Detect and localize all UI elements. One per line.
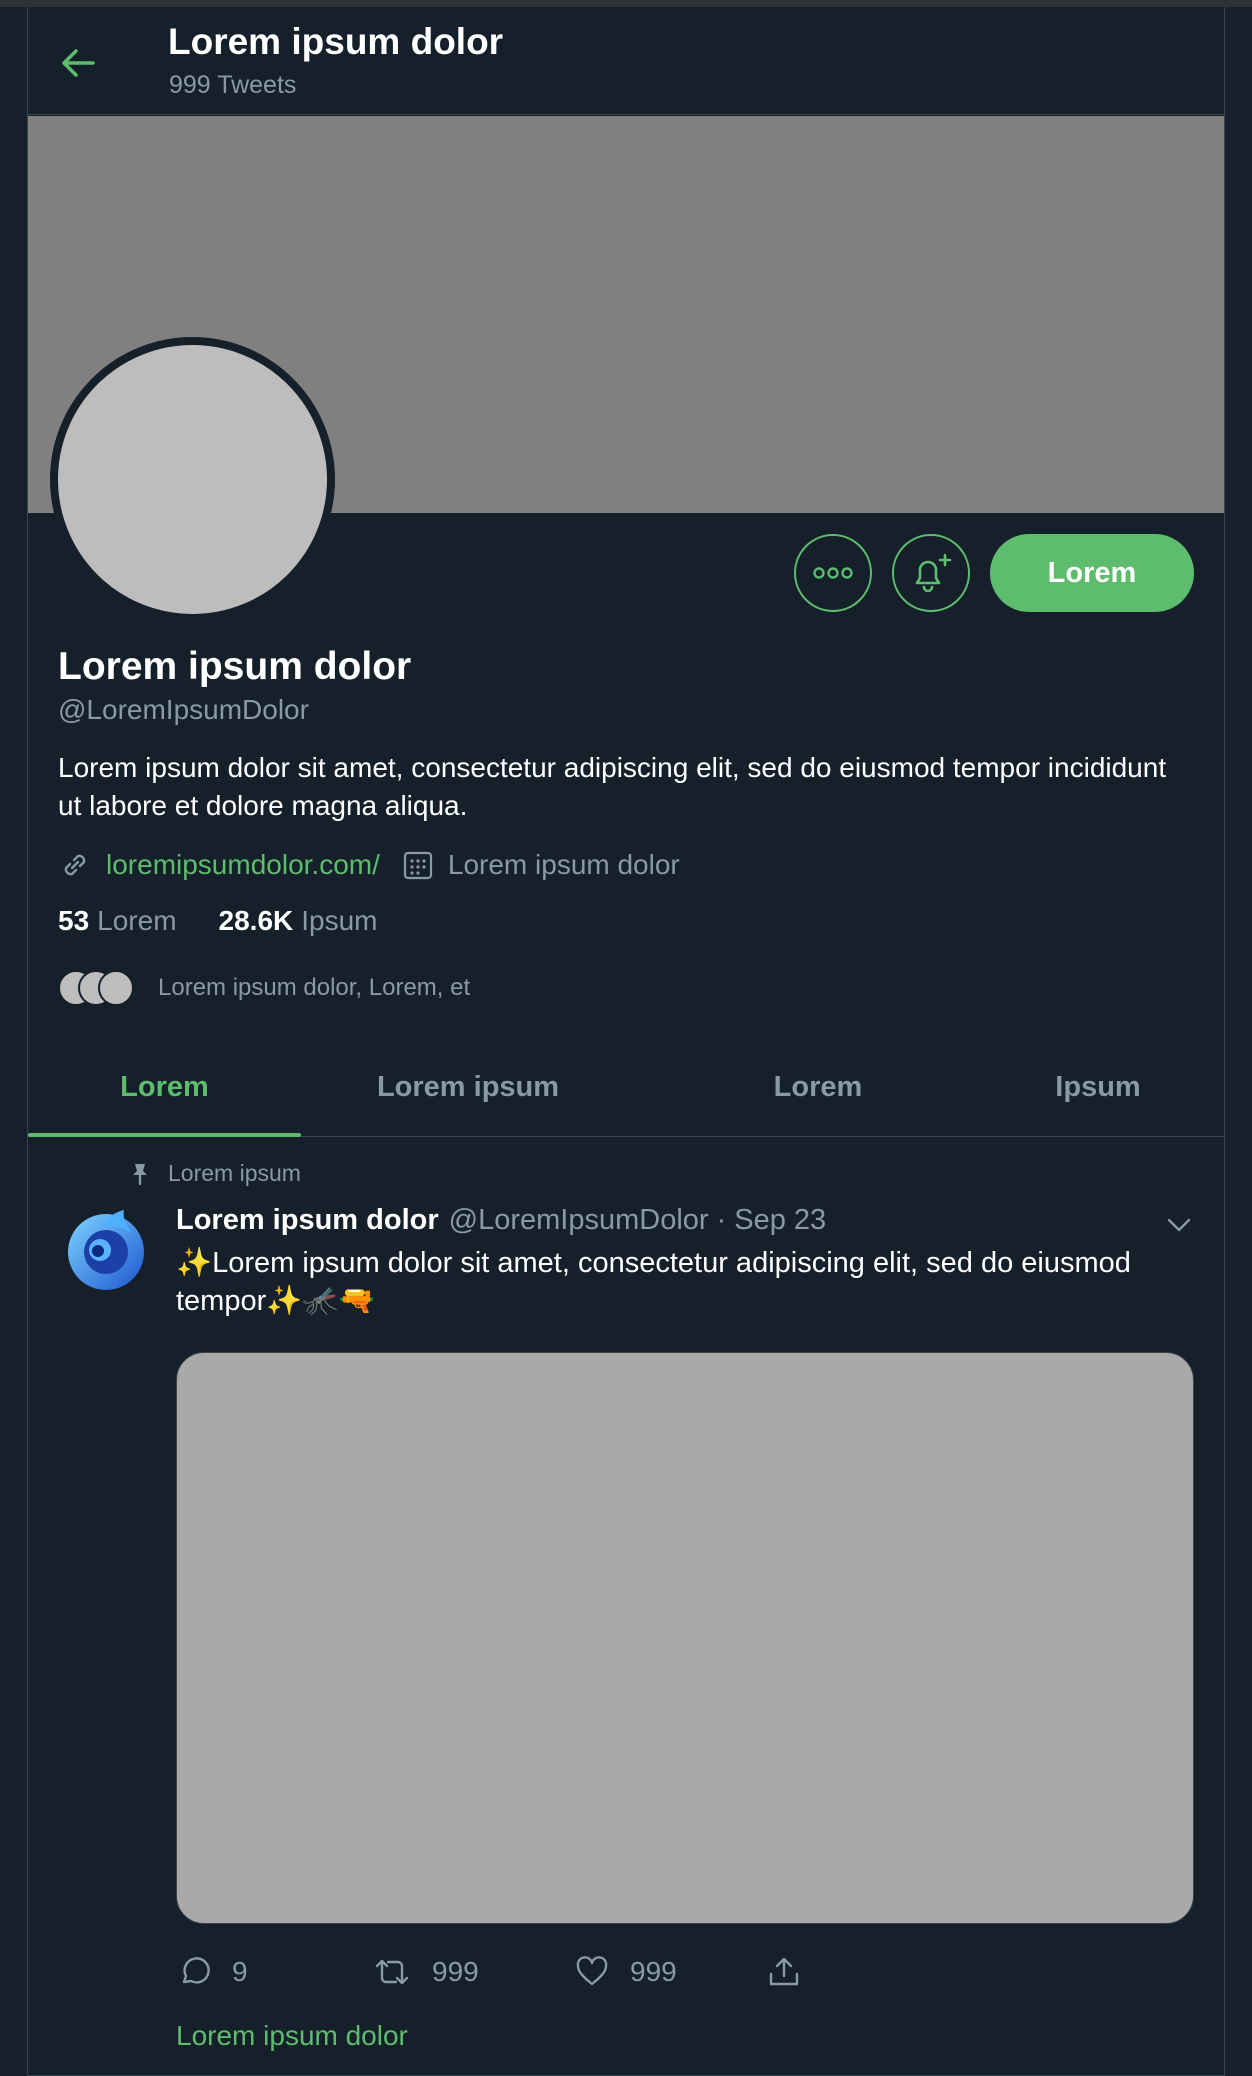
firefox-logo-icon	[68, 1210, 144, 1290]
more-options-button[interactable]	[794, 534, 872, 612]
tweet-date[interactable]: Sep 23	[734, 1204, 826, 1237]
reply-icon	[182, 1957, 210, 1984]
tweet-separator: ·	[716, 1204, 727, 1236]
profile-tabs: Lorem Lorem ipsum Lorem Ipsum	[28, 1037, 1224, 1137]
following-label: Lorem	[97, 905, 177, 936]
reply-button[interactable]: 9	[176, 1950, 248, 1994]
profile-avatar[interactable]	[50, 337, 335, 622]
tweet-actions: 9 999 999	[176, 1950, 1176, 1994]
profile-stats: 53 Lorem 28.6K Ipsum	[58, 905, 378, 937]
reply-count: 9	[232, 1956, 248, 1987]
pinned-tweet[interactable]: Lorem ipsum Lorem ipsum dolor @LoremIpsu…	[28, 1138, 1224, 2076]
tweet-menu-button[interactable]	[1162, 1208, 1196, 1242]
profile-column: Lorem ipsum dolor 999 Tweets Lorem Lorem…	[27, 7, 1225, 2076]
following-stat[interactable]: 53 Lorem	[58, 905, 177, 937]
profile-handle: @LoremIpsumDolor	[58, 694, 309, 725]
tweet-author-handle[interactable]: @LoremIpsumDolor	[449, 1204, 709, 1237]
pin-icon	[133, 1163, 147, 1185]
bell-plus-icon	[915, 553, 952, 593]
tab-media[interactable]: Lorem	[668, 1037, 968, 1137]
notify-button[interactable]	[892, 534, 970, 612]
chevron-down-icon	[1167, 1218, 1191, 1232]
link-icon	[64, 854, 86, 876]
like-button[interactable]: 999	[574, 1950, 677, 1994]
more-dots-icon	[813, 567, 853, 579]
profile-website-link[interactable]: loremipsumdolor.com/	[106, 849, 380, 881]
like-count: 999	[630, 1956, 677, 1987]
profile-header-bar: Lorem ipsum dolor 999 Tweets	[28, 7, 1224, 115]
retweet-button[interactable]: 999	[372, 1950, 479, 1994]
header-title: Lorem ipsum dolor	[168, 21, 504, 62]
tab-tweets-replies[interactable]: Lorem ipsum	[318, 1037, 618, 1137]
tweet-text: ✨Lorem ipsum dolor sit amet, consectetur…	[176, 1247, 1131, 1317]
window-top-border	[0, 0, 1252, 7]
tab-likes[interactable]: Ipsum	[973, 1037, 1223, 1137]
tweet-author-name[interactable]: Lorem ipsum dolor	[176, 1204, 439, 1237]
profile-name: Lorem ipsum dolor	[58, 645, 412, 688]
active-tab-indicator	[28, 1133, 301, 1137]
mini-avatar	[98, 970, 134, 1006]
followers-count: 28.6K	[218, 905, 294, 936]
arrow-left-icon	[62, 49, 95, 77]
share-icon	[769, 1957, 799, 1986]
followed-by-row[interactable]: Lorem ipsum dolor, Lorem, et	[58, 963, 470, 1013]
followers-label: Ipsum	[301, 905, 378, 936]
follow-button[interactable]: Lorem	[990, 534, 1194, 612]
pinned-label-row: Lorem ipsum	[130, 1160, 301, 1187]
followers-stat[interactable]: 28.6K Ipsum	[219, 905, 378, 937]
followed-by-avatars	[58, 968, 138, 1008]
profile-bio: Lorem ipsum dolor sit amet, consectetur …	[58, 752, 1167, 821]
followed-by-text: Lorem ipsum dolor, Lorem, et	[158, 974, 471, 1001]
heart-icon	[576, 1956, 608, 1986]
retweet-icon	[375, 1959, 409, 1985]
tab-tweets[interactable]: Lorem	[28, 1037, 301, 1137]
share-button[interactable]	[766, 1950, 802, 1994]
tweet-media[interactable]	[176, 1352, 1194, 1924]
profile-joined-date: Lorem ipsum dolor	[447, 849, 680, 880]
show-thread-link[interactable]: Lorem ipsum dolor	[176, 2020, 408, 2052]
tweet-header: Lorem ipsum dolor @LoremIpsumDolor · Sep…	[176, 1204, 1156, 1237]
retweet-count: 999	[432, 1956, 479, 1987]
profile-meta-row: loremipsumdolor.com/ Lorem ipsum dolor	[58, 845, 680, 885]
back-button[interactable]	[58, 43, 98, 83]
following-count: 53	[58, 905, 90, 936]
tweet-author-avatar[interactable]	[62, 1204, 150, 1292]
calendar-icon	[403, 851, 432, 880]
header-tweet-count: 999 Tweets	[169, 71, 297, 99]
pinned-label: Lorem ipsum	[168, 1160, 301, 1186]
